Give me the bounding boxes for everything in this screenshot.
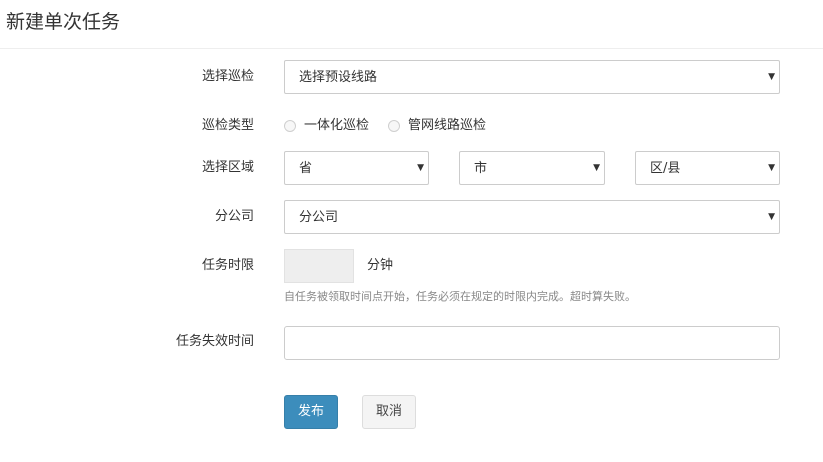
caret-down-icon: ▼ bbox=[593, 163, 600, 173]
title-divider bbox=[0, 48, 823, 49]
publish-button[interactable]: 发布 bbox=[284, 395, 338, 429]
city-select[interactable]: 市 ▼ bbox=[459, 151, 605, 185]
branch-select[interactable]: 分公司 ▼ bbox=[284, 200, 780, 234]
expire-time-input[interactable] bbox=[284, 326, 780, 360]
radio-unchecked-icon[interactable] bbox=[284, 120, 296, 132]
branch-select-value: 分公司 bbox=[299, 210, 339, 225]
branch-label: 分公司 bbox=[214, 209, 254, 224]
radio-integrated-inspection-label: 一体化巡检 bbox=[304, 118, 370, 133]
caret-down-icon: ▼ bbox=[417, 163, 424, 173]
page-title: 新建单次任务 bbox=[6, 11, 121, 33]
caret-down-icon: ▼ bbox=[768, 72, 775, 82]
district-select-value: 区/县 bbox=[650, 161, 681, 176]
route-select[interactable]: 选择预设线路 ▼ bbox=[284, 60, 780, 94]
district-select[interactable]: 区/县 ▼ bbox=[635, 151, 780, 185]
expire-time-label: 任务失效时间 bbox=[175, 334, 254, 349]
caret-down-icon: ▼ bbox=[768, 163, 775, 173]
time-limit-label: 任务时限 bbox=[201, 258, 254, 273]
province-select[interactable]: 省 ▼ bbox=[284, 151, 429, 185]
radio-pipeline-inspection-label: 管网线路巡检 bbox=[408, 118, 487, 133]
caret-down-icon: ▼ bbox=[768, 212, 775, 222]
region-label: 选择区域 bbox=[201, 160, 254, 175]
new-single-task-page: 新建单次任务 选择巡检 选择预设线路 ▼ 巡检类型 一体化巡检 管网线路巡检 选… bbox=[0, 0, 823, 462]
route-label: 选择巡检 bbox=[201, 69, 254, 84]
time-limit-unit: 分钟 bbox=[367, 258, 394, 273]
province-select-value: 省 bbox=[299, 161, 313, 176]
time-limit-input[interactable] bbox=[284, 249, 354, 283]
inspection-type-label: 巡检类型 bbox=[201, 118, 254, 133]
city-select-value: 市 bbox=[474, 161, 488, 176]
cancel-button[interactable]: 取消 bbox=[362, 395, 416, 429]
radio-unchecked-icon[interactable] bbox=[388, 120, 400, 132]
route-select-value: 选择预设线路 bbox=[299, 70, 378, 85]
time-limit-help-text: 自任务被领取时间点开始，任务必须在规定的时限内完成。超时算失败。 bbox=[284, 290, 636, 303]
